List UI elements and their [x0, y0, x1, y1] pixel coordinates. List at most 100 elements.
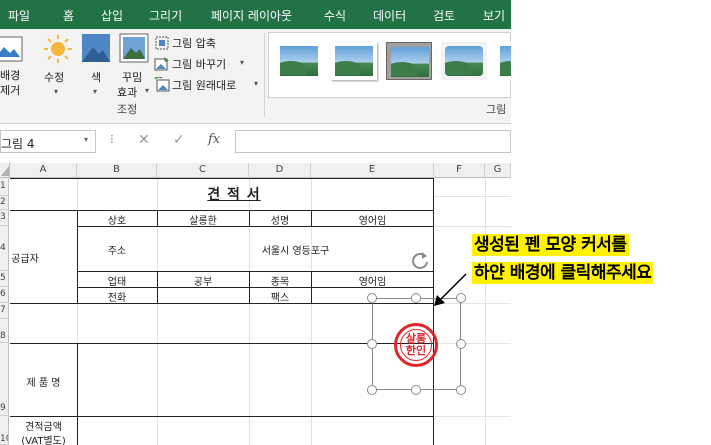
remove-background-icon — [0, 36, 23, 62]
resize-handle-top[interactable] — [411, 293, 421, 303]
tab-view[interactable]: 보기 — [483, 7, 505, 24]
compress-pictures-button[interactable]: 그림 압축 — [154, 34, 259, 52]
compress-icon — [155, 36, 169, 50]
phone-label[interactable]: 전화 — [77, 289, 157, 304]
corrections-label: 수정 — [44, 71, 65, 84]
name-box[interactable]: 그림 4 ▾ — [0, 130, 96, 153]
color-button[interactable]: 색 ▾ — [78, 31, 114, 99]
insert-function-icon[interactable]: fx — [208, 132, 220, 147]
column-header-a[interactable]: A — [10, 163, 77, 178]
table-border — [10, 178, 434, 179]
picture-style-5[interactable] — [496, 42, 511, 80]
row-header-6[interactable]: 6 — [0, 287, 9, 303]
picture-styles-gallery — [268, 32, 511, 98]
resize-handle-bottom-right[interactable] — [456, 385, 466, 395]
picture-color-icon — [82, 34, 110, 62]
gridline — [434, 196, 511, 197]
resize-handle-bottom[interactable] — [411, 385, 421, 395]
tab-file[interactable]: 파일 — [8, 7, 30, 24]
row-header-10[interactable]: 10 — [0, 416, 9, 445]
color-label: 색 — [91, 71, 102, 84]
artistic-effects-button[interactable]: 꾸밈 효과 ▾ — [114, 31, 154, 99]
change-picture-button[interactable]: 그림 바꾸기 ▾ — [154, 55, 259, 73]
artistic-effects-label-1: 꾸밈 — [122, 71, 143, 84]
name-label[interactable]: 성명 — [249, 212, 311, 227]
enter-check-icon[interactable]: ✓ — [173, 132, 185, 148]
table-border — [10, 303, 434, 304]
tab-page-layout[interactable]: 페이지 레이아웃 — [211, 7, 292, 24]
resize-handle-right[interactable] — [456, 339, 466, 349]
picture-style-1[interactable] — [276, 42, 322, 80]
ribbon: 배경 제거 수정 ▾ 색 ▾ 꾸밈 효과 ▾ 그림 압축 그림 바꾸기 ▾ 그림… — [0, 29, 511, 124]
tab-insert[interactable]: 삽입 — [101, 7, 123, 24]
row-header-3[interactable]: 3 — [0, 210, 9, 226]
select-all-corner[interactable] — [0, 163, 10, 178]
product-name-label[interactable]: 제 품 명 — [10, 374, 77, 389]
resize-handle-top-left[interactable] — [367, 293, 377, 303]
tab-draw[interactable]: 그리기 — [149, 7, 182, 24]
remove-background-label-2: 제거 — [0, 84, 21, 97]
chevron-down-icon: ▾ — [254, 79, 259, 88]
tab-formulas[interactable]: 수식 — [324, 7, 346, 24]
row-header-7[interactable]: 7 — [0, 303, 9, 319]
company-label[interactable]: 상호 — [77, 212, 157, 227]
styles-group-label: 그림 — [486, 103, 507, 116]
resize-handle-left[interactable] — [367, 339, 377, 349]
table-border — [77, 343, 78, 445]
column-header-c[interactable]: C — [157, 163, 249, 178]
business-type-value[interactable]: 공부 — [157, 273, 249, 288]
picture-style-2[interactable] — [331, 42, 377, 80]
tab-review[interactable]: 검토 — [433, 7, 455, 24]
column-header-f[interactable]: F — [434, 163, 485, 178]
name-value[interactable]: 영어임 — [311, 212, 434, 227]
artistic-effects-icon — [119, 33, 149, 63]
estimate-amount-label[interactable]: 견적금액 — [10, 418, 77, 433]
chevron-down-icon: ▾ — [145, 86, 150, 95]
column-header-b[interactable]: B — [77, 163, 157, 178]
picture-style-4[interactable] — [441, 42, 487, 80]
change-picture-icon — [154, 57, 169, 71]
table-border — [10, 210, 434, 211]
ribbon-tab-bar: 파일 홈 삽입 그리기 페이지 레이아웃 수식 데이터 검토 보기 — [0, 0, 511, 29]
document-title[interactable]: 견 적 서 — [157, 184, 311, 204]
fax-label[interactable]: 팩스 — [249, 289, 311, 304]
address-label[interactable]: 주소 — [77, 242, 157, 257]
cancel-icon[interactable]: ✕ — [138, 132, 150, 148]
stamp-seal[interactable]: 살롱 한인 — [394, 323, 438, 367]
business-item-value[interactable]: 영어임 — [311, 273, 434, 288]
chevron-down-icon: ▾ — [93, 87, 98, 96]
tab-data[interactable]: 데이터 — [373, 7, 406, 24]
name-box-value: 그림 4 — [1, 137, 35, 151]
company-value[interactable]: 살롱한 — [157, 212, 249, 227]
row-header-2[interactable]: 2 — [0, 196, 9, 210]
column-header-e[interactable]: E — [311, 163, 434, 178]
tab-home[interactable]: 홈 — [63, 7, 74, 24]
instruction-callout-line2: 하얀 배경에 클릭해주세요 — [472, 262, 654, 284]
column-header-d[interactable]: D — [249, 163, 311, 178]
rotate-handle-icon[interactable] — [410, 250, 430, 272]
row-header-5[interactable]: 5 — [0, 271, 9, 287]
corrections-button[interactable]: 수정 ▾ — [38, 31, 78, 99]
row-header-9[interactable]: 9 — [0, 343, 9, 416]
supplier-label[interactable]: 공급자 — [10, 250, 40, 265]
row-header-4[interactable]: 4 — [0, 226, 9, 271]
business-type-label[interactable]: 업태 — [77, 273, 157, 288]
vat-excluded-label[interactable]: (VAT별도) — [10, 432, 77, 445]
formula-input[interactable] — [235, 130, 511, 153]
row-header-8[interactable]: 8 — [0, 319, 9, 343]
chevron-down-icon: ▾ — [240, 58, 245, 67]
chevron-down-icon: ▾ — [54, 87, 59, 96]
reset-picture-icon — [154, 77, 170, 92]
remove-background-button[interactable] — [0, 33, 28, 63]
picture-style-3[interactable] — [386, 42, 432, 80]
reset-picture-button[interactable]: 그림 원래대로 ▾ — [154, 76, 264, 94]
row-header-1[interactable]: 1 — [0, 178, 9, 196]
address-value[interactable]: 서울시 영등포구 — [157, 242, 434, 257]
table-border — [10, 416, 434, 417]
column-header-g[interactable]: G — [485, 163, 511, 178]
resize-handle-bottom-left[interactable] — [367, 385, 377, 395]
excel-window: 파일 홈 삽입 그리기 페이지 레이아웃 수식 데이터 검토 보기 배경 제거 — [0, 0, 511, 445]
compress-label: 그림 압축 — [172, 37, 216, 50]
business-item-label[interactable]: 종목 — [249, 273, 311, 288]
chevron-down-icon[interactable]: ▾ — [84, 135, 88, 144]
